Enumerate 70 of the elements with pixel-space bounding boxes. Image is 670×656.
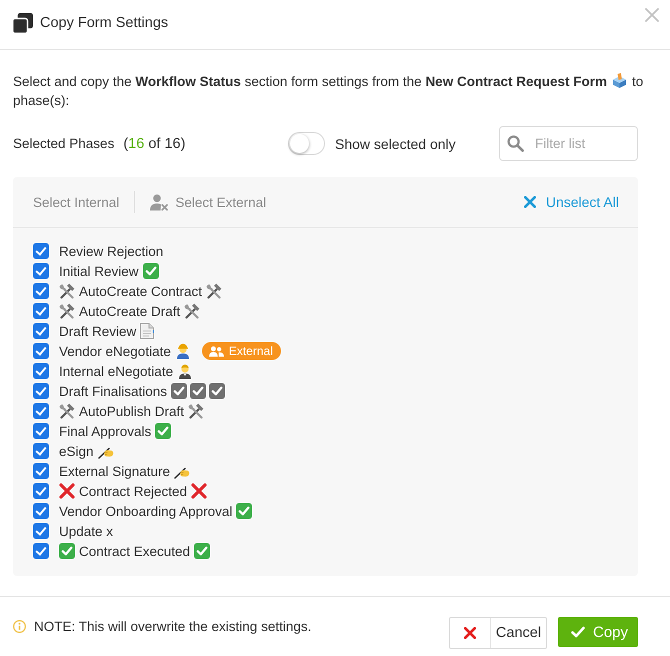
phase-label[interactable]: Review Rejection (59, 244, 164, 258)
checkbox[interactable] (33, 463, 49, 479)
checked-box-icon (171, 383, 188, 399)
checked-box-icon (190, 383, 206, 399)
hammer-wrench-icon (59, 283, 75, 299)
phase-label[interactable]: Contract Rejected (79, 484, 188, 498)
users-icon (208, 346, 224, 356)
checkbox[interactable] (33, 383, 49, 399)
check-mark-icon (236, 503, 252, 519)
cross-mark-icon (59, 483, 75, 499)
phase-label[interactable]: AutoPublish Draft (79, 404, 184, 418)
instruction-text: Select and copy the Workflow Status section form settings from the New Contract Request Form to phase(s): (13, 72, 644, 110)
phase-label[interactable]: Draft Finalisations (59, 384, 168, 398)
check-mark-icon (194, 543, 210, 559)
checkbox[interactable] (33, 243, 49, 259)
checkbox[interactable] (33, 543, 49, 559)
cross-mark-icon (191, 483, 208, 499)
phase-label[interactable]: eSign (59, 444, 94, 458)
phase-label[interactable]: Initial Review (59, 264, 139, 278)
ballot-box-icon (612, 73, 627, 88)
hammer-wrench-icon (59, 403, 75, 419)
phase-label[interactable]: Vendor Onboarding Approval (59, 504, 232, 518)
worker-icon (174, 343, 191, 359)
checkbox[interactable] (33, 263, 49, 279)
info-icon (13, 620, 26, 633)
toggle-switch[interactable] (288, 132, 325, 155)
checkbox[interactable] (33, 343, 49, 359)
checkbox[interactable] (33, 303, 49, 319)
hammer-wrench-icon (188, 403, 204, 419)
badge-label: External (228, 344, 273, 358)
cross-icon (524, 196, 536, 208)
phase-label[interactable]: Final Approvals (59, 424, 152, 438)
check-mark-icon (142, 263, 159, 279)
checkbox[interactable] (33, 323, 49, 339)
checkbox[interactable] (33, 283, 49, 299)
checkbox[interactable] (33, 423, 49, 439)
phase-label[interactable]: AutoCreate Contract (79, 284, 202, 298)
check-mark-icon (59, 543, 75, 559)
phase-label[interactable]: Contract Executed (79, 544, 190, 558)
hammer-wrench-icon (59, 303, 75, 319)
check-icon (571, 626, 585, 638)
phase-label[interactable]: Internal eNegotiate (59, 364, 174, 378)
check-mark-icon (155, 423, 172, 439)
phase-label[interactable]: Draft Review (59, 324, 136, 338)
footer-note: NOTE: This will overwrite the existing settings. (34, 619, 312, 634)
checked-box-icon (209, 383, 226, 399)
cancel-button[interactable]: Cancel (449, 617, 547, 649)
cross-icon (464, 627, 476, 639)
dialog-title: Copy Form Settings (40, 15, 168, 31)
phase-label[interactable]: External Signature (59, 464, 170, 478)
checkbox[interactable] (33, 523, 49, 539)
hammer-wrench-icon (184, 303, 200, 319)
checkbox[interactable] (33, 483, 49, 499)
search-icon (507, 135, 524, 152)
phase-label[interactable]: Vendor eNegotiate (59, 344, 171, 358)
checkbox[interactable] (33, 503, 49, 519)
toggle-label: Show selected only (335, 136, 456, 152)
phase-count: (16 of 16) (123, 136, 186, 152)
checkbox[interactable] (33, 403, 49, 419)
person-icon (177, 363, 194, 379)
filter-field[interactable]: Filter list (499, 126, 638, 161)
document-icon (140, 323, 154, 339)
phase-label[interactable]: AutoCreate Draft (79, 304, 180, 318)
user-x-icon (150, 194, 168, 210)
checkbox[interactable] (33, 443, 49, 459)
selected-phases-label: Selected Phases (13, 136, 114, 151)
copy-icon (12, 12, 33, 34)
hammer-wrench-icon (206, 283, 222, 299)
phase-label[interactable]: Update x (59, 524, 114, 538)
checkbox[interactable] (33, 363, 49, 379)
